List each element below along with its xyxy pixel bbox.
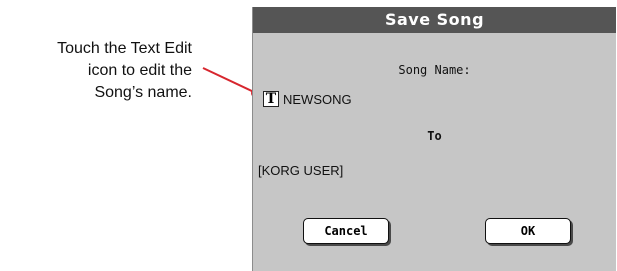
song-name-label: Song Name: xyxy=(398,63,471,77)
callout-line: Touch the Text Edit xyxy=(57,40,192,57)
destination-value[interactable]: [KORG USER] xyxy=(258,163,343,178)
callout-line: Song’s name. xyxy=(94,84,192,101)
callout-text: Touch the Text Edit icon to edit the Son… xyxy=(8,38,192,104)
cancel-button[interactable]: Cancel xyxy=(303,218,389,244)
callout-leader-line xyxy=(202,67,257,94)
song-name-value: NEWSONG xyxy=(283,92,352,107)
text-edit-icon[interactable]: T xyxy=(263,91,279,107)
dialog-title: Save Song xyxy=(253,7,616,33)
ok-button[interactable]: OK xyxy=(485,218,571,244)
to-label: To xyxy=(427,129,442,143)
save-song-dialog: Save Song Song Name: T NEWSONG To [KORG … xyxy=(252,7,616,271)
callout-line: icon to edit the xyxy=(87,62,192,79)
